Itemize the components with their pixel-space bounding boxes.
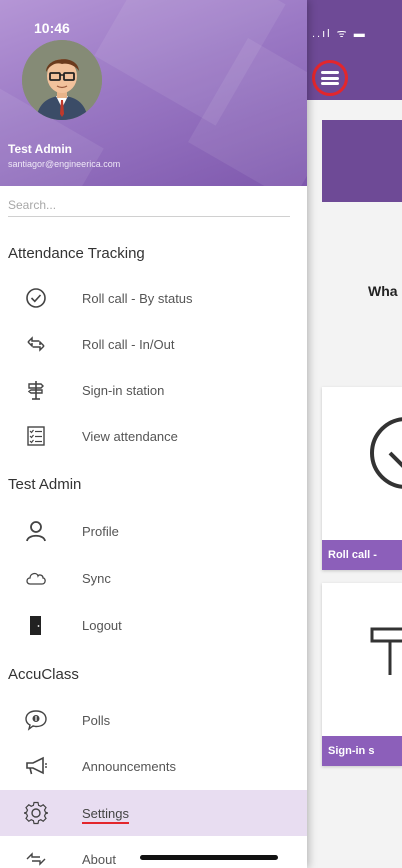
search-input[interactable] xyxy=(8,193,290,217)
drawer-header: 10:46 Test Admin santiagor@engineerica.c… xyxy=(0,0,307,186)
user-name: Test Admin xyxy=(8,142,73,156)
card-label: Roll call - xyxy=(322,540,402,570)
roll-call-card[interactable]: Roll call - xyxy=(322,387,402,570)
status-time: 10:46 xyxy=(34,20,70,36)
menu-item-label: View attendance xyxy=(82,428,178,444)
check-circle-icon xyxy=(24,286,48,310)
signpost-icon xyxy=(370,627,402,675)
user-email: santiagor@engineerica.com xyxy=(8,159,121,169)
menu-item-polls[interactable]: Polls xyxy=(0,697,307,743)
status-icons: ..ıl ᯤ ▬ xyxy=(312,28,367,40)
menu-item-label: Profile xyxy=(82,523,119,539)
menu-item-label: Settings xyxy=(82,805,129,821)
question-text: Wha xyxy=(368,283,398,299)
menu-item-label: Announcements xyxy=(82,758,176,774)
menu-item-sign-in-station[interactable]: Sign-in station xyxy=(0,367,307,413)
menu-item-announcements[interactable]: Announcements xyxy=(0,743,307,789)
check-circle-icon xyxy=(370,417,402,489)
hamburger-icon xyxy=(321,71,339,85)
menu-item-label: About xyxy=(82,851,116,867)
section-title-attendance: Attendance Tracking xyxy=(8,245,145,262)
signpost-icon xyxy=(24,378,48,402)
menu-item-label: Sync xyxy=(82,570,111,586)
home-indicator[interactable] xyxy=(140,855,278,860)
door-icon xyxy=(24,613,48,637)
menu-item-profile[interactable]: Profile xyxy=(0,508,307,554)
menu-item-view-attendance[interactable]: View attendance xyxy=(0,413,307,459)
menu-item-label: Logout xyxy=(82,617,122,633)
sign-in-card[interactable]: Sign-in s xyxy=(322,583,402,766)
avatar[interactable] xyxy=(22,40,102,120)
section-title-account: Test Admin xyxy=(8,476,82,493)
person-icon xyxy=(24,519,48,543)
about-icon xyxy=(24,847,48,868)
section-title-accuclass: AccuClass xyxy=(8,666,79,683)
menu-button[interactable] xyxy=(312,60,348,96)
checklist-icon xyxy=(24,424,48,448)
poll-bubble-icon xyxy=(24,708,48,732)
megaphone-icon xyxy=(24,754,48,778)
gear-icon xyxy=(24,801,48,825)
menu-item-roll-call-in-out[interactable]: Roll call - In/Out xyxy=(0,321,307,367)
menu-item-roll-call-by-status[interactable]: Roll call - By status xyxy=(0,275,307,321)
menu-item-about[interactable]: About xyxy=(0,836,307,868)
card-label: Sign-in s xyxy=(322,736,402,766)
swap-arrows-icon xyxy=(24,332,48,356)
purple-banner xyxy=(322,120,402,202)
menu-item-sync[interactable]: Sync xyxy=(0,555,307,601)
menu-item-label: Polls xyxy=(82,712,111,728)
menu-item-logout[interactable]: Logout xyxy=(0,602,307,648)
menu-item-label: Roll call - By status xyxy=(82,290,193,306)
user-avatar-icon xyxy=(22,40,102,120)
navigation-drawer: 10:46 Test Admin santiagor@engineerica.c… xyxy=(0,0,307,868)
menu-item-label: Roll call - In/Out xyxy=(82,336,175,352)
menu-item-settings[interactable]: Settings xyxy=(0,790,307,836)
menu-item-label: Sign-in station xyxy=(82,382,165,398)
cloud-icon xyxy=(24,566,48,590)
